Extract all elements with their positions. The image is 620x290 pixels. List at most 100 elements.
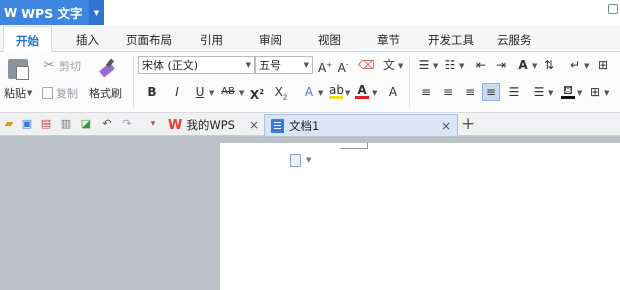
chevron-down-icon[interactable]: ▼ (239, 89, 244, 97)
font-family-value: 宋体 (正文) (142, 59, 199, 72)
open-icon[interactable]: ▰ (2, 117, 16, 131)
customize-toolbar-icon[interactable]: ▾ (146, 117, 160, 131)
tab-view[interactable]: 视图 (318, 32, 341, 48)
wps-logo-icon: W (4, 5, 17, 20)
phonetic-guide-icon[interactable]: 文 (382, 57, 396, 73)
justify-icon[interactable]: ≡ (482, 83, 500, 101)
app-menu-button[interactable]: W WPS 文字 ▼ (0, 0, 104, 25)
grow-font-icon[interactable]: A+ (318, 57, 332, 76)
table-icon[interactable]: ⊞ (596, 57, 610, 73)
chevron-down-icon: ▼ (303, 61, 309, 69)
chevron-down-icon[interactable]: ▼ (398, 62, 403, 70)
align-center-icon[interactable]: ≡ (441, 84, 455, 100)
cut-label: 剪切 (59, 60, 81, 73)
tab-my-wps[interactable]: W 我的WPS × (162, 114, 265, 136)
font-size-select[interactable]: 五号 ▼ (255, 56, 313, 74)
copy-button[interactable]: 复制 (42, 85, 78, 101)
close-icon[interactable]: × (441, 119, 451, 133)
decrease-indent-icon[interactable]: ⇤ (474, 57, 488, 73)
ribbon-tabs: 开始 插入 页面布局 引用 审阅 视图 章节 开发工具 云服务 (0, 26, 620, 53)
tab-chapter[interactable]: 章节 (377, 32, 400, 48)
group-divider (133, 56, 134, 108)
font-color-icon[interactable]: A (355, 84, 369, 99)
format-painter-button[interactable]: 格式刷 (89, 85, 122, 101)
paste-label: 粘贴 (4, 87, 26, 100)
increase-indent-icon[interactable]: ⇥ (494, 57, 508, 73)
char-scale-icon[interactable]: A (516, 57, 530, 73)
print-icon[interactable]: ▥ (59, 117, 73, 131)
chevron-down-icon[interactable]: ▼ (306, 156, 311, 164)
margin-corner-mark (340, 143, 368, 149)
line-spacing-icon[interactable]: ☰ (532, 84, 546, 100)
underline-icon[interactable]: U (193, 84, 207, 100)
copy-icon (42, 87, 53, 99)
font-size-value: 五号 (259, 59, 281, 72)
new-tab-icon[interactable]: + (461, 113, 475, 135)
sort-icon[interactable]: ⇅ (542, 57, 556, 73)
wps-logo-icon: W (168, 117, 183, 133)
close-icon[interactable]: × (249, 118, 259, 132)
ribbon-home: 粘贴 ▼ ✂ 剪切 复制 格式刷 宋体 (正文) ▼ 五号 ▼ A+ A- ⌫ 文 ▼… (0, 52, 620, 113)
document-page[interactable] (220, 143, 620, 290)
chevron-down-icon[interactable]: ▼ (89, 0, 104, 25)
cut-button[interactable]: ✂ 剪切 (42, 58, 81, 74)
app-title: WPS 文字 (21, 6, 83, 21)
paste-button[interactable]: 粘贴 ▼ (4, 85, 32, 101)
paste-options-icon[interactable] (290, 154, 301, 167)
chevron-down-icon[interactable]: ▼ (548, 89, 553, 97)
tab-document-1-label: 文档1 (289, 118, 320, 133)
clear-format-icon[interactable]: ⌫ (358, 57, 375, 73)
chevron-down-icon[interactable]: ▼ (584, 62, 589, 70)
chevron-down-icon: ▼ (245, 61, 251, 69)
paste-icon[interactable] (8, 59, 29, 80)
chevron-down-icon[interactable]: ▼ (318, 89, 323, 97)
chevron-down-icon[interactable]: ▼ (345, 89, 350, 97)
tab-insert[interactable]: 插入 (76, 32, 99, 48)
chevron-down-icon[interactable]: ▼ (209, 89, 214, 97)
tab-references[interactable]: 引用 (200, 32, 223, 48)
save-icon[interactable]: ▣ (20, 117, 34, 131)
borders-icon[interactable]: ⊞ (588, 84, 602, 100)
tab-developer[interactable]: 开发工具 (428, 32, 474, 48)
align-right-icon[interactable]: ≡ (463, 84, 477, 100)
chevron-down-icon[interactable]: ▼ (459, 62, 464, 70)
tab-document-1[interactable]: 文档1 × (264, 114, 458, 136)
window-restore-icon[interactable] (608, 4, 618, 14)
export-pdf-icon[interactable]: ▤ (39, 117, 53, 131)
tab-my-wps-label: 我的WPS (186, 118, 235, 132)
document-icon (271, 118, 284, 133)
group-divider (409, 56, 410, 108)
strikethrough-icon[interactable]: AB (219, 84, 237, 100)
distributed-icon[interactable]: ☰ (507, 84, 521, 100)
tab-home[interactable]: 开始 (3, 26, 52, 53)
font-family-select[interactable]: 宋体 (正文) ▼ (138, 56, 255, 74)
text-effect-icon[interactable]: A (302, 84, 316, 100)
superscript-icon[interactable]: X2 (249, 84, 265, 103)
char-border-icon[interactable]: A (386, 84, 400, 100)
bullets-icon[interactable]: ☰ (417, 57, 431, 73)
undo-icon[interactable]: ↶ (100, 117, 114, 131)
chevron-down-icon[interactable]: ▼ (532, 62, 537, 70)
shrink-font-icon[interactable]: A- (336, 57, 350, 76)
tab-cloud[interactable]: 云服务 (497, 32, 532, 48)
print-preview-icon[interactable]: ◪ (79, 117, 93, 131)
format-painter-label: 格式刷 (89, 87, 122, 100)
bold-icon[interactable]: B (145, 84, 159, 100)
chevron-down-icon[interactable]: ▼ (433, 62, 438, 70)
format-painter-icon[interactable] (97, 58, 117, 78)
align-left-icon[interactable]: ≡ (419, 84, 433, 100)
italic-icon[interactable]: I (170, 84, 184, 100)
chevron-down-icon[interactable]: ▼ (604, 89, 609, 97)
highlight-icon[interactable]: ab (329, 84, 344, 99)
chevron-down-icon[interactable]: ▼ (577, 89, 582, 97)
show-marks-icon[interactable]: ↵ (568, 57, 582, 73)
subscript-icon[interactable]: X2 (273, 84, 289, 105)
chevron-down-icon[interactable]: ▼ (372, 89, 377, 97)
title-bar: W WPS 文字 ▼ (0, 0, 620, 26)
cut-icon: ✂ (43, 58, 55, 73)
tab-page-layout[interactable]: 页面布局 (126, 32, 172, 48)
numbering-icon[interactable]: ☷ (443, 57, 457, 73)
tab-review[interactable]: 审阅 (259, 32, 282, 48)
shading-icon[interactable]: ⛾ (561, 84, 575, 99)
redo-icon[interactable]: ↷ (120, 117, 134, 131)
